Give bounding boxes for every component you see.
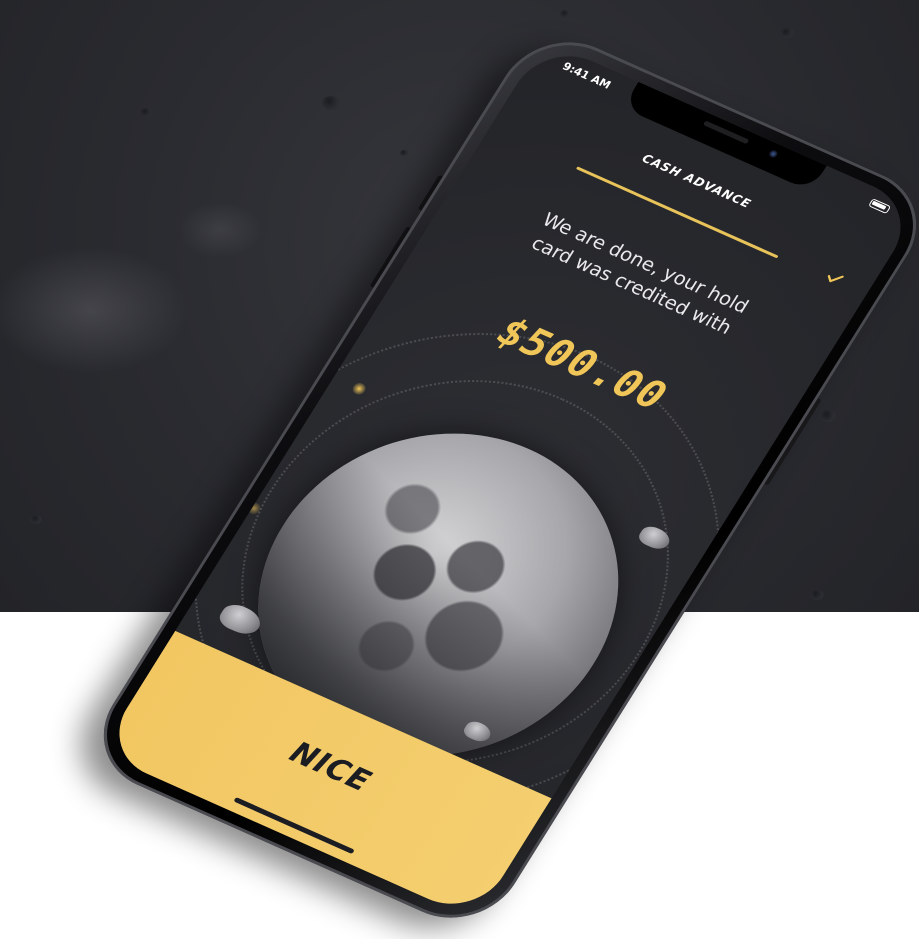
message-line-1: We are done, your hold xyxy=(538,208,753,318)
speaker-grill xyxy=(702,120,750,145)
crater xyxy=(560,10,570,18)
crater xyxy=(322,96,340,110)
crater xyxy=(810,590,824,600)
crater xyxy=(140,108,152,117)
crater xyxy=(780,28,794,38)
battery-icon xyxy=(868,198,892,215)
crater xyxy=(820,410,836,422)
camera-icon xyxy=(767,148,780,159)
crater xyxy=(400,150,408,156)
status-time: 9:41 AM xyxy=(560,59,614,92)
crater xyxy=(30,515,42,524)
check-icon[interactable] xyxy=(823,268,846,288)
